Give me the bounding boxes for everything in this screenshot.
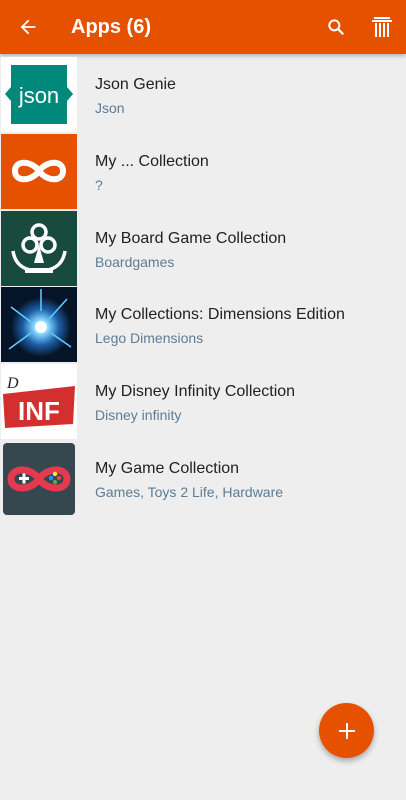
item-title: My Collections: Dimensions Edition	[95, 306, 345, 324]
list-item[interactable]: D INF My Disney Infinity Collection Disn…	[0, 363, 406, 440]
json-icon-label: json	[18, 83, 59, 108]
list-item[interactable]: My Game Collection Games, Toys 2 Life, H…	[0, 440, 406, 516]
disney-infinity-logo-label: INF	[18, 396, 60, 426]
back-button[interactable]	[8, 5, 48, 49]
item-subtitle: ?	[95, 176, 103, 193]
apps-list: json Json Genie Json My ... Collection ?…	[0, 56, 406, 517]
delete-icon	[372, 17, 392, 37]
item-title: My ... Collection	[95, 152, 209, 170]
board-game-icon	[1, 210, 77, 286]
list-item[interactable]: My ... Collection ?	[0, 133, 406, 209]
item-subtitle: Lego Dimensions	[95, 330, 204, 347]
arrow-left-icon	[20, 19, 36, 35]
portal-icon	[1, 287, 77, 363]
item-subtitle: Json	[95, 100, 125, 116]
delete-button[interactable]	[364, 5, 400, 49]
page-title: Apps (6)	[71, 16, 151, 38]
gamepad-icon	[1, 440, 77, 516]
list-item[interactable]: My Collections: Dimensions Edition Lego …	[0, 286, 406, 363]
search-button[interactable]	[318, 5, 354, 49]
search-icon	[328, 19, 344, 35]
item-subtitle: Games, Toys 2 Life, Hardware	[95, 483, 284, 500]
list-item[interactable]: My Board Game Collection Boardgames	[0, 210, 406, 286]
json-icon: json	[1, 57, 77, 132]
infinity-icon	[1, 133, 77, 209]
svg-text:D: D	[6, 375, 19, 392]
item-subtitle: Disney infinity	[95, 407, 182, 424]
item-subtitle: Boardgames	[95, 253, 175, 270]
item-title: My Game Collection	[95, 459, 240, 477]
list-item[interactable]: json Json Genie Json	[0, 56, 406, 132]
app-bar: Apps (6)	[0, 0, 406, 54]
item-title: Json Genie	[95, 76, 176, 93]
item-title: My Disney Infinity Collection	[95, 383, 296, 401]
add-button[interactable]	[319, 703, 374, 758]
disney-infinity-logo: D INF	[1, 364, 77, 440]
item-title: My Board Game Collection	[95, 229, 287, 247]
plus-icon	[338, 722, 355, 739]
